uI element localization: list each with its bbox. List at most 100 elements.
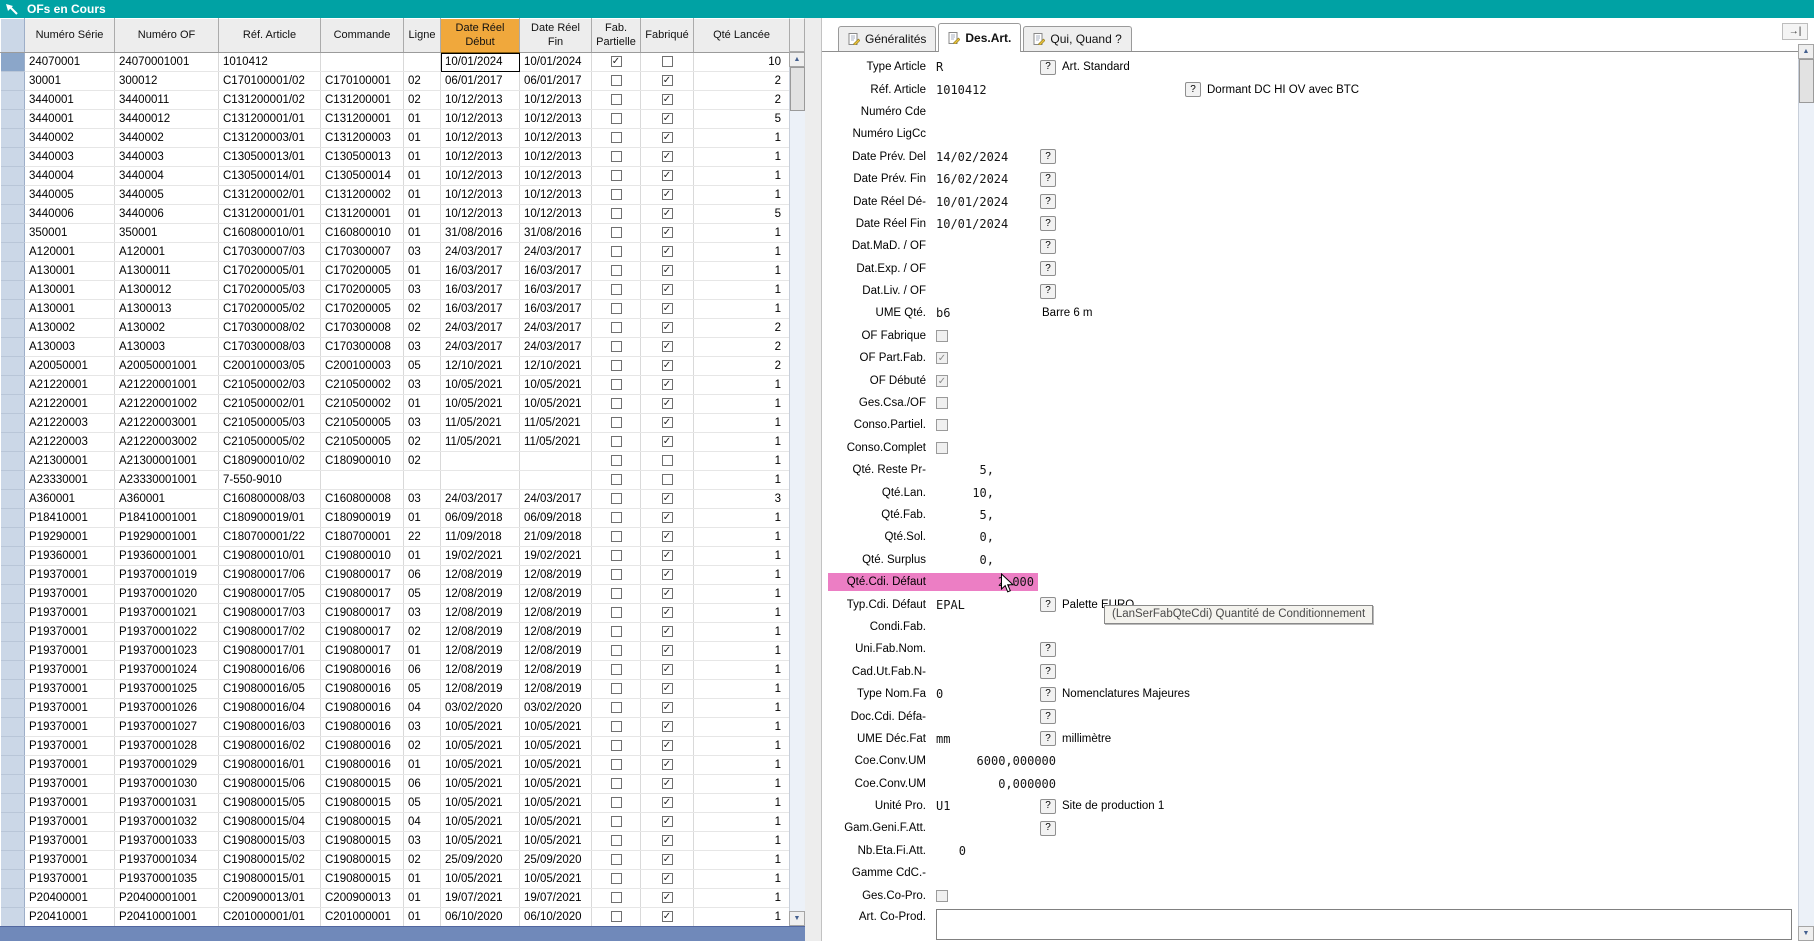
checkbox-cell[interactable]: ✓ <box>641 756 694 775</box>
fab-partielle-checkbox[interactable] <box>611 835 622 846</box>
cell-num-ro-s-rie[interactable]: P19370001 <box>25 604 115 623</box>
checkbox-cell[interactable] <box>592 167 641 186</box>
cell-r-f-article[interactable]: C201000001/01 <box>219 908 321 927</box>
checkbox-cell[interactable]: ✓ <box>641 851 694 870</box>
checkbox-cell[interactable] <box>592 262 641 281</box>
cell-ligne[interactable]: 01 <box>404 547 441 566</box>
checkbox-cell[interactable] <box>592 623 641 642</box>
column-header-commande[interactable]: Commande <box>321 19 404 53</box>
checkbox-cell[interactable]: ✓ <box>641 661 694 680</box>
cell-r-f-article[interactable]: C131200001/01 <box>219 110 321 129</box>
cell-commande[interactable]: C131200001 <box>321 205 404 224</box>
cell-date-r-el-d-but[interactable]: 24/03/2017 <box>441 243 520 262</box>
cell-commande[interactable]: C180700001 <box>321 528 404 547</box>
checkbox-cell[interactable] <box>592 775 641 794</box>
fabrique-checkbox[interactable]: ✓ <box>662 284 673 295</box>
checkbox-cell[interactable] <box>592 110 641 129</box>
field-value[interactable]: 10/01/2024 <box>936 217 1036 231</box>
cell-commande[interactable]: C190800016 <box>321 756 404 775</box>
cell-r-f-article[interactable]: C190800016/01 <box>219 756 321 775</box>
checkbox-cell[interactable]: ✓ <box>641 490 694 509</box>
cell-qt-lanc-e[interactable]: 1 <box>694 889 790 908</box>
cell-r-f-article[interactable]: C190800015/06 <box>219 775 321 794</box>
field-value[interactable]: 10/01/2024 <box>936 195 1036 209</box>
checkbox-cell[interactable]: ✓ <box>641 642 694 661</box>
cell-ligne[interactable]: 05 <box>404 585 441 604</box>
cell-commande[interactable]: C210500002 <box>321 395 404 414</box>
fabrique-checkbox[interactable]: ✓ <box>662 360 673 371</box>
cell-date-r-el-fin[interactable]: 10/05/2021 <box>520 870 592 889</box>
fab-partielle-checkbox[interactable] <box>611 588 622 599</box>
cell-ligne[interactable]: 02 <box>404 91 441 110</box>
table-row[interactable]: P19290001P19290001001C180700001/22C18070… <box>1 528 790 547</box>
fab-partielle-checkbox[interactable] <box>611 398 622 409</box>
row-selector[interactable] <box>1 699 25 718</box>
fabrique-checkbox[interactable]: ✓ <box>662 303 673 314</box>
table-vertical-scrollbar[interactable]: ▲ ▼ <box>789 52 805 926</box>
cell-date-r-el-fin[interactable]: 10/05/2021 <box>520 376 592 395</box>
checkbox-cell[interactable] <box>592 566 641 585</box>
table-scroll-down-icon[interactable]: ▼ <box>789 911 805 926</box>
row-selector[interactable] <box>1 433 25 452</box>
table-row[interactable]: 350001350001C160800010/01C1608000100131/… <box>1 224 790 243</box>
cell-ligne[interactable]: 22 <box>404 528 441 547</box>
checkbox-cell[interactable]: ✓ <box>641 699 694 718</box>
cell-date-r-el-fin[interactable]: 24/03/2017 <box>520 319 592 338</box>
cell-num-ro-s-rie[interactable]: 3440004 <box>25 167 115 186</box>
fab-partielle-checkbox[interactable] <box>611 455 622 466</box>
cell-qt-lanc-e[interactable]: 1 <box>694 452 790 471</box>
cell-commande[interactable]: C190800010 <box>321 547 404 566</box>
table-row[interactable]: P19370001P19370001035C190800015/01C19080… <box>1 870 790 889</box>
row-selector[interactable] <box>1 186 25 205</box>
cell-date-r-el-fin[interactable]: 10/12/2013 <box>520 167 592 186</box>
cell-date-r-el-d-but[interactable]: 10/05/2021 <box>441 794 520 813</box>
panel-vertical-scrollbar[interactable]: ▲ ▼ <box>1798 44 1814 941</box>
fab-partielle-checkbox[interactable] <box>611 854 622 865</box>
cell-date-r-el-fin[interactable]: 10/05/2021 <box>520 832 592 851</box>
column-header-num-ro-s-rie[interactable]: Numéro Série <box>25 19 115 53</box>
cell-commande[interactable]: C190800015 <box>321 794 404 813</box>
cell-qt-lanc-e[interactable]: 1 <box>694 623 790 642</box>
row-selector[interactable] <box>1 775 25 794</box>
fab-partielle-checkbox[interactable] <box>611 379 622 390</box>
cell-qt-lanc-e[interactable]: 2 <box>694 72 790 91</box>
cell-date-r-el-d-but[interactable]: 24/03/2017 <box>441 319 520 338</box>
cell-r-f-article[interactable]: C190800015/05 <box>219 794 321 813</box>
help-button[interactable]: ? <box>1040 687 1056 702</box>
field-checkbox[interactable] <box>936 330 948 342</box>
cell-num-ro-s-rie[interactable]: P19370001 <box>25 832 115 851</box>
fabrique-checkbox[interactable]: ✓ <box>662 740 673 751</box>
checkbox-cell[interactable] <box>641 452 694 471</box>
cell-ligne[interactable]: 01 <box>404 167 441 186</box>
checkbox-cell[interactable]: ✓ <box>641 813 694 832</box>
row-selector[interactable] <box>1 148 25 167</box>
cell-qt-lanc-e[interactable]: 1 <box>694 224 790 243</box>
cell-qt-lanc-e[interactable]: 2 <box>694 357 790 376</box>
row-selector[interactable] <box>1 281 25 300</box>
cell-num-ro-s-rie[interactable]: A130001 <box>25 300 115 319</box>
fabrique-checkbox[interactable]: ✓ <box>662 854 673 865</box>
cell-r-f-article[interactable]: C180700001/22 <box>219 528 321 547</box>
field-value[interactable]: 10, <box>936 486 994 500</box>
cell-r-f-article[interactable]: C190800017/02 <box>219 623 321 642</box>
fabrique-checkbox[interactable] <box>662 56 673 67</box>
fabrique-checkbox[interactable]: ✓ <box>662 721 673 732</box>
help-button[interactable]: ? <box>1040 194 1056 209</box>
row-selector[interactable] <box>1 794 25 813</box>
cell-r-f-article[interactable]: C180900010/02 <box>219 452 321 471</box>
table-scroll-up-icon[interactable]: ▲ <box>789 52 805 67</box>
row-selector[interactable] <box>1 509 25 528</box>
row-selector[interactable] <box>1 129 25 148</box>
fab-partielle-checkbox[interactable] <box>611 75 622 86</box>
cell-qt-lanc-e[interactable]: 1 <box>694 813 790 832</box>
field-checkbox[interactable]: ✓ <box>936 352 948 364</box>
cell-commande[interactable]: C170200005 <box>321 262 404 281</box>
cell-ligne[interactable]: 01 <box>404 395 441 414</box>
fab-partielle-checkbox[interactable] <box>611 246 622 257</box>
cell-ligne[interactable]: 01 <box>404 642 441 661</box>
cell-ligne[interactable] <box>404 471 441 490</box>
cell-date-r-el-fin[interactable]: 10/05/2021 <box>520 395 592 414</box>
fabrique-checkbox[interactable]: ✓ <box>662 151 673 162</box>
row-selector[interactable] <box>1 167 25 186</box>
cell-date-r-el-d-but[interactable]: 10/12/2013 <box>441 129 520 148</box>
